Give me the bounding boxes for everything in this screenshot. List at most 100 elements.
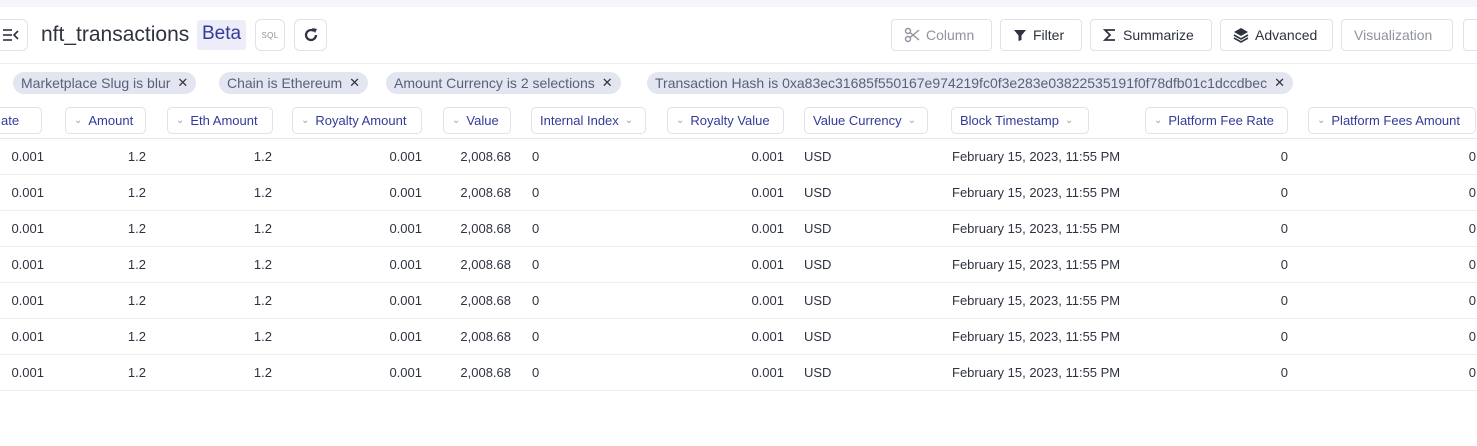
table-cell[interactable]: 2,008.68: [430, 211, 511, 246]
table-cell[interactable]: February 15, 2023, 11:55 PM: [952, 175, 1142, 210]
overflow-button[interactable]: [1463, 19, 1477, 51]
table-cell[interactable]: 1.2: [190, 211, 272, 246]
table-cell[interactable]: 1.2: [190, 283, 272, 318]
table-cell[interactable]: 1.2: [190, 319, 272, 354]
table-cell[interactable]: 0: [1440, 319, 1476, 354]
table-cell[interactable]: USD: [804, 247, 904, 282]
table-cell[interactable]: 1.2: [80, 355, 146, 390]
column-header[interactable]: ⌄ Royalty Amount: [292, 107, 422, 134]
table-cell[interactable]: 0.001: [322, 211, 422, 246]
close-icon[interactable]: ✕: [177, 75, 188, 91]
table-row[interactable]: 0.001 1.2 1.2 0.001 2,008.68 0 0.001 USD Februar…: [0, 211, 1477, 247]
table-cell[interactable]: February 15, 2023, 11:55 PM: [952, 283, 1142, 318]
table-cell[interactable]: 0.001: [322, 283, 422, 318]
table-cell[interactable]: 0.001: [690, 139, 784, 174]
close-icon[interactable]: ✕: [349, 75, 360, 91]
sql-button[interactable]: SQL: [255, 19, 285, 51]
close-icon[interactable]: ✕: [602, 75, 613, 91]
column-header[interactable]: ⌄ Value: [443, 107, 511, 134]
table-cell[interactable]: 0: [1200, 139, 1288, 174]
table-cell[interactable]: 0: [1440, 175, 1476, 210]
table-cell[interactable]: 0.001: [0, 139, 44, 174]
table-cell[interactable]: 2,008.68: [430, 139, 511, 174]
table-cell[interactable]: 0.001: [322, 139, 422, 174]
table-cell[interactable]: 1.2: [80, 211, 146, 246]
table-cell[interactable]: USD: [804, 175, 904, 210]
table-cell[interactable]: February 15, 2023, 11:55 PM: [952, 355, 1142, 390]
table-cell[interactable]: USD: [804, 283, 904, 318]
table-cell[interactable]: 0.001: [690, 319, 784, 354]
table-cell[interactable]: February 15, 2023, 11:55 PM: [952, 139, 1142, 174]
table-cell[interactable]: 0.001: [690, 211, 784, 246]
table-cell[interactable]: 0.001: [690, 355, 784, 390]
table-cell[interactable]: 1.2: [190, 247, 272, 282]
column-header[interactable]: ⌄ Royalty Value: [667, 107, 784, 134]
table-cell[interactable]: 0.001: [0, 211, 44, 246]
filter-chip[interactable]: Chain is Ethereum ✕: [219, 72, 369, 94]
table-cell[interactable]: 1.2: [80, 139, 146, 174]
column-header[interactable]: ⌄ Amount: [65, 107, 146, 134]
filter-chip[interactable]: Transaction Hash is 0xa83ec31685f550167e…: [647, 72, 1293, 94]
table-cell[interactable]: 2,008.68: [430, 247, 511, 282]
table-cell[interactable]: 2,008.68: [430, 355, 511, 390]
table-cell[interactable]: USD: [804, 355, 904, 390]
table-cell[interactable]: USD: [804, 211, 904, 246]
summarize-button[interactable]: Summarize: [1090, 19, 1212, 51]
filter-chip[interactable]: Marketplace Slug is blur ✕: [13, 72, 197, 94]
table-cell[interactable]: 0.001: [322, 355, 422, 390]
table-cell[interactable]: 0: [1200, 319, 1288, 354]
column-button[interactable]: Column: [891, 19, 992, 51]
table-row[interactable]: 0.001 1.2 1.2 0.001 2,008.68 0 0.001 USD Februar…: [0, 355, 1477, 391]
column-header[interactable]: Value Currency ⌄: [804, 107, 928, 134]
table-cell[interactable]: February 15, 2023, 11:55 PM: [952, 211, 1142, 246]
table-cell[interactable]: February 15, 2023, 11:55 PM: [952, 319, 1142, 354]
table-cell[interactable]: 1.2: [190, 139, 272, 174]
table-cell[interactable]: 0: [532, 175, 632, 210]
visualization-button[interactable]: Visualization: [1341, 19, 1453, 51]
table-row[interactable]: 0.001 1.2 1.2 0.001 2,008.68 0 0.001 USD Februar…: [0, 283, 1477, 319]
table-cell[interactable]: 0: [532, 283, 632, 318]
column-header[interactable]: ⌄ Platform Fee Rate: [1145, 107, 1288, 134]
table-cell[interactable]: 0.001: [0, 247, 44, 282]
refresh-button[interactable]: [294, 19, 327, 51]
advanced-button[interactable]: Advanced: [1220, 19, 1333, 51]
table-cell[interactable]: 0.001: [0, 319, 44, 354]
table-cell[interactable]: 0: [1200, 247, 1288, 282]
column-header[interactable]: ⌄ Eth Amount: [167, 107, 273, 134]
table-cell[interactable]: 0: [1440, 247, 1476, 282]
table-cell[interactable]: 0: [1200, 283, 1288, 318]
table-cell[interactable]: 0.001: [690, 283, 784, 318]
table-cell[interactable]: 2,008.68: [430, 319, 511, 354]
table-cell[interactable]: 0: [1200, 355, 1288, 390]
table-cell[interactable]: 0.001: [322, 247, 422, 282]
table-cell[interactable]: 0: [1200, 211, 1288, 246]
table-cell[interactable]: 1.2: [80, 319, 146, 354]
filter-chip[interactable]: Amount Currency is 2 selections ✕: [386, 72, 621, 94]
table-cell[interactable]: 0.001: [690, 247, 784, 282]
table-cell[interactable]: 0.001: [322, 319, 422, 354]
table-cell[interactable]: USD: [804, 319, 904, 354]
column-header[interactable]: Internal Index ⌄: [531, 107, 646, 134]
table-cell[interactable]: 0.001: [690, 175, 784, 210]
table-row[interactable]: 0.001 1.2 1.2 0.001 2,008.68 0 0.001 USD Februar…: [0, 139, 1477, 175]
table-cell[interactable]: February 15, 2023, 11:55 PM: [952, 247, 1142, 282]
column-header[interactable]: ⌄ Platform Fees Amount: [1308, 107, 1476, 134]
table-cell[interactable]: 0.001: [322, 175, 422, 210]
table-cell[interactable]: 2,008.68: [430, 283, 511, 318]
column-header[interactable]: Block Timestamp ⌄: [951, 107, 1089, 134]
table-row[interactable]: 0.001 1.2 1.2 0.001 2,008.68 0 0.001 USD Februar…: [0, 247, 1477, 283]
table-cell[interactable]: 0: [532, 211, 632, 246]
table-cell[interactable]: 1.2: [80, 283, 146, 318]
table-cell[interactable]: 0: [1440, 283, 1476, 318]
close-icon[interactable]: ✕: [1274, 75, 1285, 91]
sidebar-toggle-button[interactable]: [0, 19, 28, 51]
table-cell[interactable]: 1.2: [80, 247, 146, 282]
table-cell[interactable]: 0: [1440, 139, 1476, 174]
filter-button[interactable]: Filter: [1000, 19, 1082, 51]
table-cell[interactable]: 0: [1440, 211, 1476, 246]
table-cell[interactable]: 0.001: [0, 175, 44, 210]
table-cell[interactable]: 0: [1200, 175, 1288, 210]
table-cell[interactable]: 1.2: [190, 175, 272, 210]
table-row[interactable]: 0.001 1.2 1.2 0.001 2,008.68 0 0.001 USD Februar…: [0, 319, 1477, 355]
table-cell[interactable]: 0: [532, 319, 632, 354]
